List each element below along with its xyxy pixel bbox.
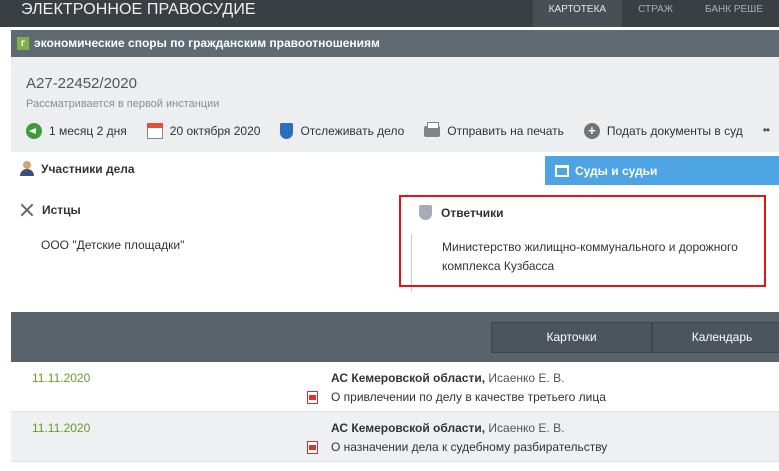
case-number: А27-22452/2020 [26,75,137,92]
case-header: А27-22452/2020 Рассматривается в первой … [11,57,779,152]
case-category: экономические споры по гражданским право… [34,36,380,50]
judge-name: Исаенко Е. В. [488,421,565,435]
top-bar: ЭЛЕКТРОННОЕ ПРАВОСУДИЕ КАРТОТЕКА СТРАЖ Б… [0,0,779,27]
case-actions: 1 месяц 2 дня 20 октября 2020 Отслеживат… [26,121,779,139]
submit-documents-label: Подать документы в суд [606,124,743,138]
defendants-highlight-box: Ответчики Министерство жилищно-коммуналь… [399,195,766,287]
plaintiffs-heading: Истцы [20,203,81,217]
event-court: АС Кемеровской области, Исаенко Е. В. [331,421,564,435]
nav-bank-resheniy[interactable]: БАНК РЕШЕ [689,0,779,27]
track-case-button[interactable]: Отслеживать дело [280,123,404,139]
calendar-icon [146,123,163,139]
defendant-name[interactable]: Министерство жилищно-коммунального и дор… [442,238,762,276]
site-brand[interactable]: ЭЛЕКТРОННОЕ ПРАВОСУДИЕ [21,1,256,19]
tab-courts-judges[interactable]: Суды и судьи [545,156,779,185]
duration-label: 1 месяц 2 дня [49,124,127,138]
duration-indicator: 1 месяц 2 дня [26,123,127,139]
court-name: АС Кемеровской области, [331,421,486,435]
category-badge-icon: г [17,37,29,50]
print-label: Отправить на печать [447,124,564,138]
shield-icon [280,123,294,139]
submit-documents-button[interactable]: + Подать документы в суд [583,123,743,139]
court-name: АС Кемеровской области, [331,371,486,385]
track-case-label: Отслеживать дело [300,124,405,138]
tab-courts-label: Суды и судьи [575,163,658,178]
nav-kartoteka[interactable]: КАРТОТЕКА [532,0,623,27]
document-title: О привлечении по делу в качестве третьег… [331,390,606,404]
cards-view-button[interactable]: Карточки [491,322,652,353]
plaintiffs-label: Истцы [42,203,81,217]
pdf-icon [307,440,318,454]
event-document-link[interactable]: О назначении дела к судебному разбирател… [307,440,607,454]
pdf-icon [307,390,318,404]
hearing-date[interactable]: 20 октября 2020 [146,123,261,139]
event-row: 11.11.2020 АС Кемеровской области, Исаен… [11,362,779,412]
nav-strazh[interactable]: СТРАЖ [622,0,689,27]
event-date: 11.11.2020 [32,421,91,435]
defendants-label: Ответчики [441,205,504,220]
crossed-swords-icon [20,203,34,217]
plus-icon: + [583,123,600,139]
calendar-view-button[interactable]: Календарь [652,322,779,353]
event-date: 11.11.2020 [32,371,91,385]
tab-participants-label: Участники дела [41,161,135,176]
print-button[interactable]: Отправить на печать [424,121,564,138]
printer-icon [424,121,441,137]
event-document-link[interactable]: О привлечении по делу в качестве третьег… [307,390,606,404]
case-category-bar: г экономические споры по гражданским пра… [11,30,779,57]
more-actions-button[interactable]: •• [763,123,779,139]
document-title: О назначении дела к судебному разбирател… [331,440,608,454]
event-row: 11.11.2020 АС Кемеровской области, Исаен… [11,412,779,462]
shield-icon [419,205,432,220]
judge-name: Исаенко Е. В. [488,371,565,385]
participants-tab-row: Участники дела Суды и судьи [0,152,779,185]
event-court: АС Кемеровской области, Исаенко Е. В. [331,371,564,385]
tab-participants[interactable]: Участники дела [0,152,545,185]
hearing-date-label: 20 октября 2020 [169,124,261,138]
case-status: Рассматривается в первой инстанции [26,98,220,110]
plaintiff-name[interactable]: ООО "Детские площадки" [41,238,184,252]
person-icon [20,161,34,176]
clock-back-icon [26,123,42,139]
case-parties: Истцы ООО "Детские площадки" Ответчики М… [0,190,779,300]
top-nav: КАРТОТЕКА СТРАЖ БАНК РЕШЕ [532,0,779,27]
defendants-heading: Ответчики [419,205,504,220]
more-icon: •• [762,123,770,137]
courthouse-icon [555,164,569,177]
view-toolbar: Карточки Календарь [11,312,779,362]
